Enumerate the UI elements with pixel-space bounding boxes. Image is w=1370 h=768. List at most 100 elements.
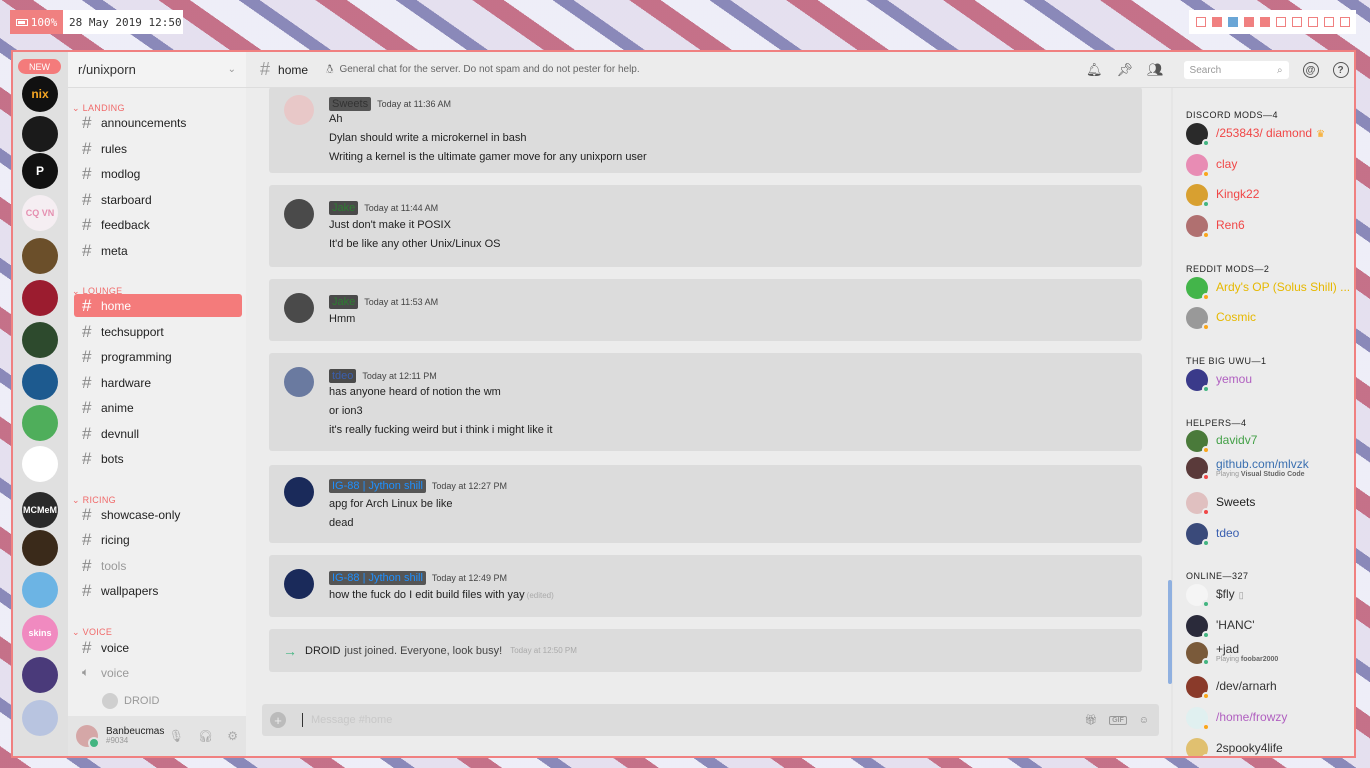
server-icon[interactable]: P	[22, 153, 58, 189]
member-item[interactable]: Ardy's OP (Solus Shill) ...	[1186, 277, 1350, 301]
members-icon[interactable]: 👥︎	[1147, 62, 1164, 78]
workspace-indicator-box[interactable]	[1243, 17, 1254, 27]
member-item[interactable]: /home/frowzy	[1186, 707, 1287, 731]
avatar[interactable]	[76, 725, 100, 749]
channel-anime[interactable]: # anime	[74, 396, 242, 419]
member-item[interactable]: 'HANC'	[1186, 615, 1255, 639]
channel-wallpapers[interactable]: # wallpapers	[74, 579, 242, 602]
workspace-indicator-box[interactable]	[1323, 17, 1334, 27]
voice-channel[interactable]: 🔈︎ voice	[74, 661, 242, 684]
channel-hardware[interactable]: # hardware	[74, 371, 242, 394]
avatar[interactable]	[284, 367, 314, 397]
avatar[interactable]	[284, 293, 314, 323]
server-icon[interactable]	[22, 280, 58, 316]
member-item[interactable]: $fly ▯	[1186, 584, 1244, 608]
channel-rules[interactable]: # rules	[74, 137, 242, 160]
workspace-indicator-box[interactable]	[1227, 17, 1238, 27]
avatar[interactable]	[284, 569, 314, 599]
pin-icon[interactable]: 📌︎	[1117, 62, 1134, 78]
workspace-indicator-box[interactable]	[1211, 17, 1222, 27]
message-line: how the fuck do I edit build files with …	[329, 589, 525, 601]
workspace-indicator-box[interactable]	[1275, 17, 1286, 27]
channel-meta[interactable]: # meta	[74, 239, 242, 262]
member-name: yemou	[1216, 373, 1252, 386]
channel-voice-text[interactable]: # voice	[74, 636, 242, 659]
server-icon[interactable]	[22, 572, 58, 608]
server-icon[interactable]	[22, 364, 58, 400]
server-icon[interactable]	[22, 238, 58, 274]
workspace-indicator-box[interactable]	[1259, 17, 1270, 27]
workspace-indicator-box[interactable]	[1339, 17, 1350, 27]
join-username[interactable]: DROID	[305, 645, 340, 657]
server-header[interactable]: r/unixporn ⌄	[68, 52, 246, 88]
gift-icon[interactable]: 🎁︎	[1084, 715, 1097, 726]
message-text: apg for Arch Linux be like	[329, 498, 453, 510]
member-item[interactable]: Ren6	[1186, 215, 1245, 239]
message-author[interactable]: IG-88 | Jython shill	[329, 571, 426, 585]
message-author[interactable]: tdeo	[329, 369, 357, 383]
new-badge[interactable]: NEW	[18, 59, 61, 74]
message: IG-88 | Jython shill Today at 12:27 PM apg…	[269, 465, 1142, 543]
message-author[interactable]: IG-88 | Jython shill	[329, 479, 426, 493]
search-input[interactable]: Search ⌕	[1183, 61, 1289, 79]
member-item[interactable]: yemou	[1186, 369, 1252, 393]
gear-icon[interactable]: ⚙	[227, 729, 238, 743]
avatar[interactable]	[284, 199, 314, 229]
channel-showcase-only[interactable]: # showcase-only	[74, 503, 242, 526]
member-group-title: THE BIG UWU—1	[1186, 356, 1267, 366]
server-icon[interactable]: CQ VN	[22, 195, 58, 231]
server-icon[interactable]	[22, 322, 58, 358]
member-item[interactable]: /253843/ diamond ♛	[1186, 123, 1325, 147]
member-item[interactable]: Sweets	[1186, 492, 1255, 516]
member-item[interactable]: 2spooky4life	[1186, 738, 1283, 756]
server-icon[interactable]	[22, 530, 58, 566]
bell-icon[interactable]: 🔔︎	[1086, 62, 1103, 78]
channel-devnull[interactable]: # devnull	[74, 422, 242, 445]
gif-icon[interactable]: GIF	[1109, 715, 1127, 725]
server-icon[interactable]: MCMeM	[22, 492, 58, 528]
channel-ricing[interactable]: # ricing	[74, 528, 242, 551]
member-item[interactable]: /dev/arnarh	[1186, 676, 1277, 700]
message-author[interactable]: Jake	[329, 295, 359, 309]
channel-tools[interactable]: # tools	[74, 554, 242, 577]
member-item[interactable]: +jad Playing foobar2000	[1186, 642, 1278, 666]
server-icon[interactable]: nix	[22, 76, 58, 112]
member-item[interactable]: clay	[1186, 154, 1237, 178]
member-item[interactable]: Cosmic	[1186, 307, 1256, 331]
headphones-icon[interactable]: 🎧︎	[198, 729, 213, 743]
message-author[interactable]: Jake	[329, 201, 359, 215]
help-icon[interactable]: ?	[1332, 62, 1349, 78]
server-icon[interactable]	[22, 405, 58, 441]
member-item[interactable]: davidv7	[1186, 430, 1257, 454]
channel-starboard[interactable]: # starboard	[74, 188, 242, 211]
channel-programming[interactable]: # programming	[74, 345, 242, 368]
channel-home[interactable]: # home	[74, 294, 242, 317]
message-header: tdeo Today at 12:11 PM	[329, 369, 437, 383]
server-icon[interactable]	[22, 657, 58, 693]
member-item[interactable]: github.com/mlvzk Playing Visual Studio Co…	[1186, 457, 1309, 481]
channel-feedback[interactable]: # feedback	[74, 213, 242, 236]
channel-bots[interactable]: # bots	[74, 447, 242, 470]
message-author[interactable]: Sweets	[329, 97, 372, 111]
member-item[interactable]: tdeo	[1186, 523, 1239, 547]
upload-icon[interactable]: +	[270, 712, 286, 728]
emoji-icon[interactable]: ☺	[1139, 715, 1149, 726]
avatar[interactable]	[284, 477, 314, 507]
server-icon[interactable]	[22, 446, 58, 482]
member-item[interactable]: Kingk22	[1186, 184, 1259, 208]
microphone-icon[interactable]: 🎙︎	[169, 729, 184, 743]
workspace-indicator-box[interactable]	[1195, 17, 1206, 27]
server-icon[interactable]	[22, 700, 58, 736]
channel-modlog[interactable]: # modlog	[74, 162, 242, 185]
server-icon[interactable]: skins	[22, 615, 58, 651]
server-icon[interactable]	[22, 116, 58, 152]
avatar[interactable]	[284, 95, 314, 125]
channel-techsupport[interactable]: # techsupport	[74, 320, 242, 343]
chat-scrollbar[interactable]	[1168, 580, 1172, 684]
channel-announcements[interactable]: # announcements	[74, 111, 242, 134]
workspace-indicator-box[interactable]	[1291, 17, 1302, 27]
mention-icon[interactable]: @	[1302, 62, 1319, 78]
workspace-indicator-box[interactable]	[1307, 17, 1318, 27]
voice-user[interactable]: DROID	[102, 693, 159, 709]
message-input[interactable]: + Message #home 🎁︎ GIF ☺	[262, 704, 1159, 736]
